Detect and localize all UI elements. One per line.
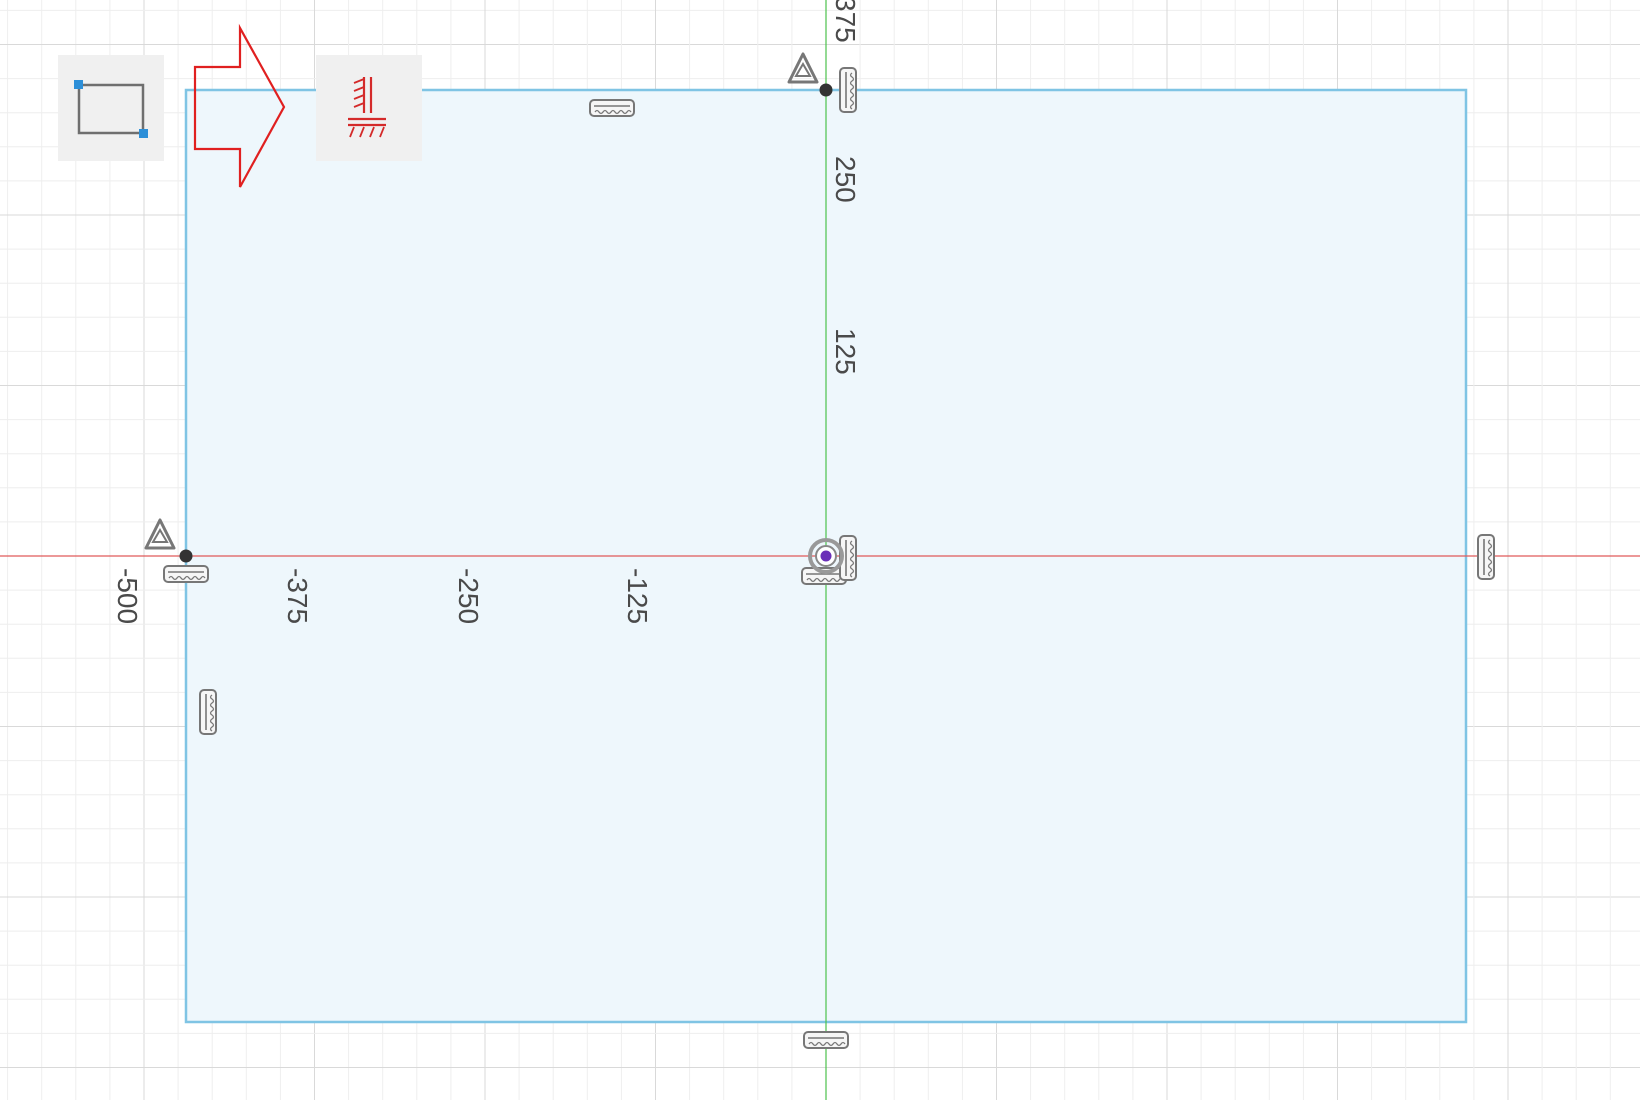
vertical-constraint-icon[interactable] — [839, 67, 857, 113]
triangle-fix-icon[interactable] — [787, 52, 819, 84]
vertical-constraint-icon[interactable] — [1477, 534, 1495, 580]
sketch-point[interactable] — [179, 549, 193, 563]
2-point-rectangle-icon — [74, 80, 148, 138]
sketch-point[interactable] — [819, 83, 833, 97]
x-tick-label: -250 — [453, 568, 484, 624]
y-tick-label: 250 — [830, 156, 861, 203]
rectangle-tool-button[interactable] — [58, 55, 164, 161]
y-tick-label: 375 — [830, 0, 861, 43]
horizontal-constraint-icon[interactable] — [589, 99, 635, 117]
sketch-canvas[interactable]: -500 -375 -250 -125 375 250 125 — [0, 0, 1640, 1100]
x-tick-label: -125 — [622, 568, 653, 624]
horizontal-constraint-icon[interactable] — [803, 1031, 849, 1049]
x-tick-label: -500 — [112, 568, 143, 624]
triangle-fix-icon[interactable] — [144, 518, 176, 550]
horizontal-constraint-icon[interactable] — [163, 565, 209, 583]
x-tick-label: -375 — [282, 568, 313, 624]
fix-constraint-icon — [348, 77, 386, 138]
fix-constraint-tool-button[interactable] — [316, 55, 422, 161]
y-tick-label: 125 — [830, 328, 861, 375]
vertical-constraint-icon[interactable] — [199, 689, 217, 735]
